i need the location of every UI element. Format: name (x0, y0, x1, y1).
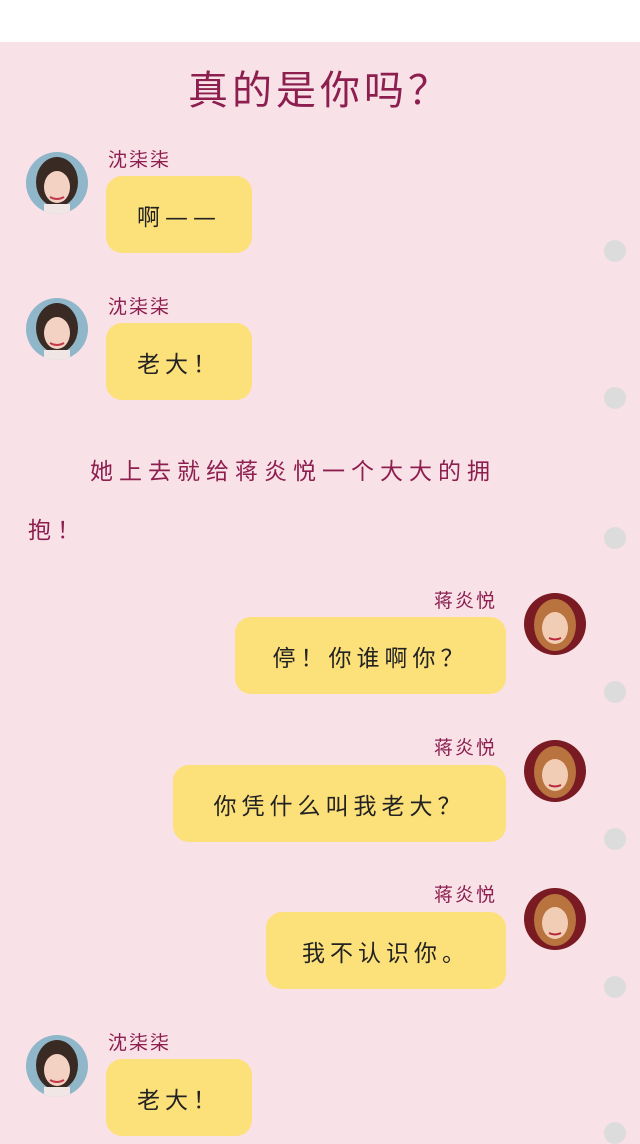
top-bar (0, 0, 640, 42)
sender-name: 蒋炎悦 (434, 590, 498, 612)
message-bubble[interactable]: 停！你谁啊你？ (235, 617, 506, 694)
avatar-right[interactable] (524, 593, 586, 655)
message-bubble[interactable]: 我不认识你。 (266, 912, 506, 989)
sender-name: 蒋炎悦 (434, 737, 498, 759)
sender-name: 沈柒柒 (108, 1032, 172, 1054)
avatar-right[interactable] (524, 740, 586, 802)
narration-line: 抱！ (28, 518, 86, 544)
narration-line: 她上去就给蒋炎悦一个大大的拥 (90, 459, 496, 485)
chat-title: 真的是你吗？ (188, 68, 452, 114)
side-dot (604, 387, 626, 409)
message-bubble[interactable]: 老大！ (106, 1059, 252, 1136)
message-bubble[interactable]: 啊—— (106, 176, 252, 253)
avatar-left[interactable] (26, 298, 88, 360)
avatar-left[interactable] (26, 152, 88, 214)
side-dot (604, 828, 626, 850)
side-dot (604, 976, 626, 998)
avatar-left[interactable] (26, 1035, 88, 1097)
side-dot (604, 1122, 626, 1144)
sender-name: 蒋炎悦 (434, 884, 498, 906)
side-dot (604, 681, 626, 703)
message-bubble[interactable]: 你凭什么叫我老大？ (173, 765, 506, 842)
message-bubble[interactable]: 老大！ (106, 323, 252, 400)
side-dot (604, 240, 626, 262)
avatar-right[interactable] (524, 888, 586, 950)
side-dot (604, 527, 626, 549)
sender-name: 沈柒柒 (108, 296, 172, 318)
sender-name: 沈柒柒 (108, 149, 172, 171)
